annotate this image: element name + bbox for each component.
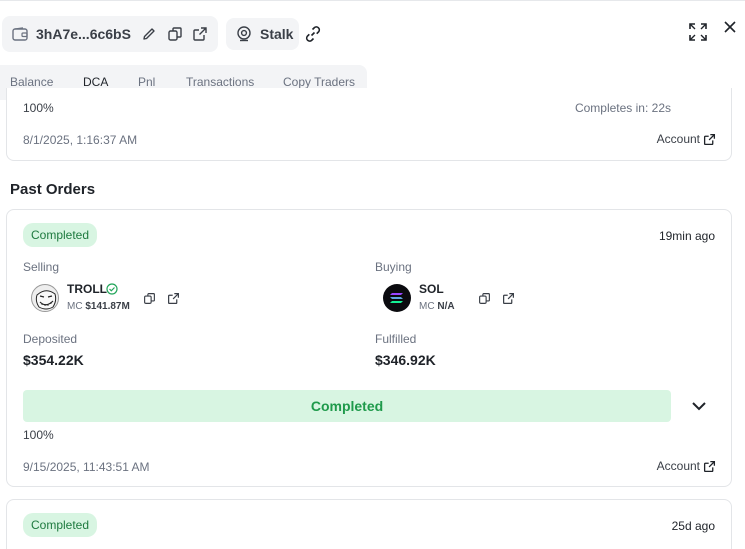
- progress-percent: 100%: [23, 428, 54, 442]
- account-link[interactable]: Account: [657, 459, 716, 473]
- progress-percent: 100%: [23, 101, 54, 115]
- copy-icon[interactable]: [478, 292, 491, 310]
- order-date: 8/1/2025, 1:16:37 AM: [23, 133, 138, 147]
- external-link-icon[interactable]: [502, 292, 515, 310]
- fulfilled-label: Fulfilled: [375, 332, 417, 346]
- past-order-card-next: Completed 25d ago: [6, 499, 732, 549]
- completes-in: Completes in: 22s: [574, 101, 671, 115]
- sell-token-name: TROLL: [67, 282, 107, 296]
- troll-token-avatar: [31, 284, 59, 312]
- buying-label: Buying: [375, 260, 412, 274]
- active-order-card: 100% Completes in: 22s 8/1/2025, 1:16:37…: [6, 88, 732, 161]
- stalk-label: Stalk: [260, 26, 294, 42]
- fulfilled-value: $346.92K: [375, 352, 436, 368]
- selling-label: Selling: [23, 260, 60, 274]
- edit-icon[interactable]: [141, 26, 157, 42]
- copy-icon[interactable]: [167, 26, 183, 42]
- external-link-icon: [703, 460, 716, 472]
- chevron-down-icon[interactable]: [691, 399, 707, 417]
- copy-icon[interactable]: [143, 292, 156, 310]
- expand-icon[interactable]: [689, 23, 707, 41]
- tab-balance[interactable]: Balance: [10, 75, 53, 89]
- progress-bar: Completed: [23, 390, 671, 422]
- account-label: Account: [656, 459, 700, 473]
- progress-label: Completed: [310, 398, 384, 414]
- order-date: 9/15/2025, 11:43:51 AM: [23, 460, 150, 474]
- tab-transactions[interactable]: Transactions: [186, 75, 254, 89]
- buy-token-mc: MC N/A: [419, 301, 455, 312]
- account-label: Account: [656, 132, 700, 146]
- past-order-card: Completed 19min ago Selling Buying TROLL…: [6, 209, 732, 487]
- account-link[interactable]: Account: [657, 132, 716, 146]
- wallet-icon: [12, 27, 28, 41]
- webcam-icon: [235, 25, 253, 43]
- verified-icon: [106, 282, 118, 300]
- order-age: 25d ago: [671, 519, 715, 533]
- stalk-button[interactable]: Stalk: [226, 18, 299, 50]
- wallet-address-pill: 3hA7e...6c6bS: [2, 16, 218, 52]
- buy-token-name: SOL: [419, 282, 444, 296]
- external-link-icon[interactable]: [167, 292, 180, 310]
- deposited-label: Deposited: [23, 332, 78, 346]
- top-bar: 3hA7e...6c6bS Stalk: [0, 0, 745, 66]
- sol-token-avatar: [383, 284, 411, 312]
- tab-dca[interactable]: DCA: [83, 75, 108, 89]
- tab-pnl[interactable]: Pnl: [138, 75, 155, 89]
- status-badge: Completed: [23, 513, 98, 537]
- order-age: 19min ago: [658, 229, 715, 243]
- external-link-icon[interactable]: [192, 26, 208, 42]
- tab-copy-traders[interactable]: Copy Traders: [283, 75, 355, 89]
- sell-token-mc: MC $141.87M: [67, 301, 130, 312]
- status-badge: Completed: [23, 223, 98, 247]
- close-icon[interactable]: [723, 20, 737, 34]
- wallet-address: 3hA7e...6c6bS: [36, 26, 131, 42]
- deposited-value: $354.22K: [23, 352, 84, 368]
- link-icon[interactable]: [303, 24, 323, 44]
- external-link-icon: [703, 133, 716, 145]
- section-title: Past Orders: [10, 181, 96, 198]
